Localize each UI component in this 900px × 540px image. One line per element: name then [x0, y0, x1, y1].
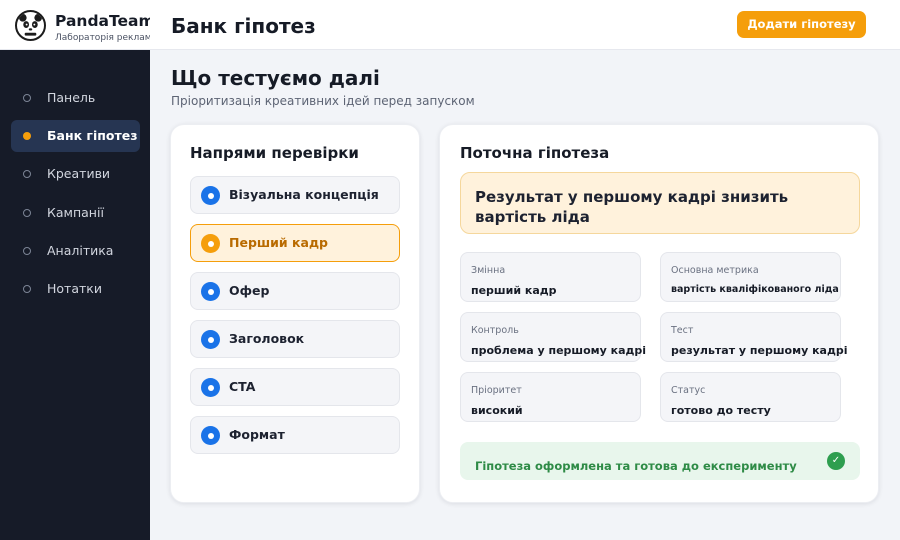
directions-title: Напрями перевірки: [190, 144, 359, 162]
field-label: Основна метрика: [671, 265, 759, 276]
field-value: проблема у першому кадрі: [471, 344, 647, 357]
circle-icon: [23, 285, 31, 293]
sidebar-item-label: Панель: [47, 90, 96, 105]
field-priority: Пріоритет високий: [460, 372, 641, 422]
sidebar-item-creatives[interactable]: Креативи: [11, 158, 140, 190]
field-value: високий: [471, 404, 523, 417]
field-value: перший кадр: [471, 284, 557, 297]
brand-name: PandaTeam: [55, 12, 150, 30]
field-value: готово до тесту: [671, 404, 771, 417]
direction-label: Візуальна концепція: [229, 187, 379, 202]
sidebar-item-campaigns[interactable]: Кампанії: [11, 197, 140, 229]
field-label: Статус: [671, 385, 706, 396]
active-dot-icon: [23, 132, 31, 140]
directions-card: Напрями перевірки Візуальна концепція Пе…: [170, 124, 420, 503]
direction-item-visual-concept[interactable]: Візуальна концепція: [190, 176, 400, 214]
header-title: Банк гіпотез: [171, 14, 316, 38]
radio-dot-icon: [201, 282, 220, 301]
circle-icon: [23, 170, 31, 178]
sidebar-item-label: Креативи: [47, 166, 111, 181]
field-primary-metric: Основна метрика вартість кваліфікованого…: [660, 252, 841, 302]
direction-item-cta[interactable]: CTA: [190, 368, 400, 406]
sidebar-item-label: Банк гіпотез: [47, 128, 138, 143]
hypothesis-statement: Результат у першому кадрі знизить вартіс…: [460, 172, 860, 234]
direction-label: Перший кадр: [229, 235, 328, 250]
radio-dot-icon: [201, 426, 220, 445]
sidebar-item-label: Кампанії: [47, 205, 104, 220]
current-hypothesis-card: Поточна гіпотеза Результат у першому кад…: [439, 124, 879, 503]
field-test: Тест результат у першому кадрі: [660, 312, 848, 362]
top-header: Банк гіпотез Додати гіпотезу: [150, 0, 900, 50]
field-label: Контроль: [471, 325, 519, 336]
circle-icon: [23, 94, 31, 102]
sidebar-item-dashboard[interactable]: Панель: [11, 82, 140, 114]
status-banner: Гіпотеза оформлена та готова до експерим…: [460, 442, 860, 480]
page-title: Що тестуємо далі: [171, 66, 380, 90]
panda-logo: [15, 10, 46, 41]
sidebar-item-label: Аналітика: [47, 243, 114, 258]
radio-dot-icon: [201, 378, 220, 397]
field-label: Тест: [671, 325, 694, 336]
check-icon: ✓: [827, 452, 845, 470]
direction-label: Заголовок: [229, 331, 305, 346]
sidebar-item-hypothesis-bank[interactable]: Банк гіпотез: [11, 120, 140, 152]
radio-dot-icon: [201, 186, 220, 205]
direction-item-offer[interactable]: Офер: [190, 272, 400, 310]
sidebar-item-label: Нотатки: [47, 281, 102, 296]
circle-icon: [23, 247, 31, 255]
direction-item-first-frame[interactable]: Перший кадр: [190, 224, 400, 262]
field-value: вартість кваліфікованого ліда: [671, 284, 839, 295]
direction-label: Формат: [229, 427, 285, 442]
sidebar: PandaTeam Лабораторія реклами Панель Бан…: [0, 0, 150, 540]
current-hypothesis-title: Поточна гіпотеза: [460, 144, 610, 162]
field-value: результат у першому кадрі: [671, 344, 848, 357]
sidebar-item-analytics[interactable]: Аналітика: [11, 235, 140, 267]
status-message: Гіпотеза оформлена та готова до експерим…: [475, 459, 797, 473]
add-hypothesis-button[interactable]: Додати гіпотезу: [737, 11, 866, 38]
field-variable: Змінна перший кадр: [460, 252, 641, 302]
direction-item-headline[interactable]: Заголовок: [190, 320, 400, 358]
circle-icon: [23, 209, 31, 217]
field-label: Змінна: [471, 265, 506, 276]
field-control: Контроль проблема у першому кадрі: [460, 312, 646, 362]
direction-label: CTA: [229, 379, 256, 394]
direction-label: Офер: [229, 283, 270, 298]
hypothesis-text: Результат у першому кадрі знизить вартіс…: [475, 188, 789, 226]
sidebar-item-notes[interactable]: Нотатки: [11, 273, 140, 305]
radio-dot-icon: [201, 234, 220, 253]
direction-item-format[interactable]: Формат: [190, 416, 400, 454]
field-label: Пріоритет: [471, 385, 522, 396]
page-subtitle: Пріоритизація креативних ідей перед запу…: [171, 94, 475, 108]
field-status: Статус готово до тесту: [660, 372, 841, 422]
brand-subtitle: Лабораторія реклами: [55, 33, 150, 43]
brand[interactable]: PandaTeam Лабораторія реклами: [0, 0, 150, 50]
radio-dot-icon: [201, 330, 220, 349]
